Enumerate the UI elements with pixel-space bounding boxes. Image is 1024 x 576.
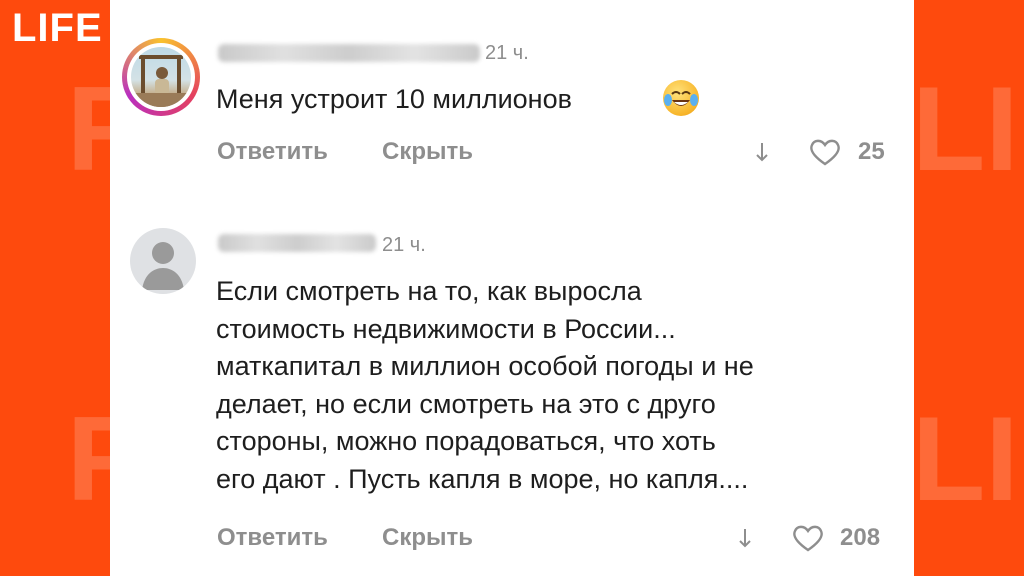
username-blurred [218, 44, 480, 62]
comment-time: 21 ч. [382, 234, 426, 256]
tears-of-joy-emoji-icon [663, 80, 699, 116]
user-avatar[interactable] [122, 38, 200, 116]
comment-text-line: стоимость недвижимости в России... [216, 313, 676, 344]
comment-time: 21 ч. [485, 42, 529, 64]
comment-text-line: делает, но если смотреть на это с друго [216, 388, 716, 419]
avatar-photo [131, 47, 191, 107]
down-arrow-icon[interactable] [737, 526, 753, 555]
comment-text-line: Меня устроит 10 миллионов [216, 84, 572, 114]
hide-button[interactable]: Скрыть [382, 138, 473, 166]
comment-text-line: стороны, можно порадоваться, что хоть [216, 426, 716, 456]
like-count: 25 [858, 138, 885, 165]
comment-text: Меня устроит 10 миллионов [216, 81, 816, 119]
watermark-right-top: LIFE [912, 62, 1024, 196]
comment-text: Если смотреть на то, как выросла стоимос… [216, 273, 906, 498]
like-count: 208 [840, 524, 881, 551]
heart-icon[interactable] [791, 523, 825, 558]
comment-text-line: Если смотреть на то, как выросла [216, 276, 642, 306]
heart-icon[interactable] [808, 137, 842, 172]
life-logo: LIFE [12, 6, 103, 50]
reply-button[interactable]: Ответить [217, 138, 328, 166]
comment-text-line: его дают . Пусть капля в море, но капля.… [216, 463, 749, 494]
reply-button[interactable]: Ответить [217, 524, 328, 552]
comments-panel: 21 ч. Меня устроит 10 миллионов Ответить… [110, 0, 914, 576]
default-avatar-icon [142, 242, 184, 290]
watermark-right-bottom: LIFE [912, 392, 1024, 526]
username-blurred [218, 234, 376, 252]
user-avatar[interactable] [130, 228, 196, 294]
comment-text-line: маткапитал в миллион особой погоды и не [216, 351, 754, 381]
down-arrow-icon[interactable] [754, 140, 770, 169]
hide-button[interactable]: Скрыть [382, 524, 473, 552]
